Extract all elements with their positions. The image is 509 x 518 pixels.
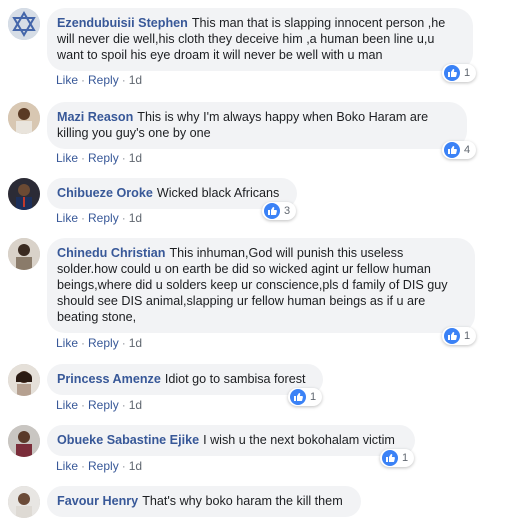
reaction-count[interactable]: 1 <box>442 64 477 82</box>
avatar[interactable] <box>8 238 40 270</box>
reply-link[interactable]: Reply <box>88 398 119 412</box>
comment-bubble: Obueke Sabastine Ejike I wish u the next … <box>47 425 415 456</box>
timestamp[interactable]: 1d <box>129 459 142 473</box>
reaction-count[interactable]: 1 <box>442 327 477 345</box>
reply-link[interactable]: Reply <box>88 459 119 473</box>
comment-actions: Like · Reply · 1d <box>56 73 142 87</box>
separator: · <box>121 398 126 412</box>
avatar[interactable] <box>8 425 40 457</box>
reaction-number: 1 <box>402 452 409 464</box>
comment-text: Idiot go to sambisa forest <box>164 372 306 386</box>
comment-actions: Like · Reply · 1d <box>56 211 142 225</box>
reaction-number: 3 <box>284 205 291 217</box>
reply-link[interactable]: Reply <box>88 73 119 87</box>
commenter-name[interactable]: Ezendubuisii Stephen <box>57 16 188 30</box>
comment: Chibueze Oroke Wicked black Africans 3 Li… <box>0 176 509 232</box>
comment-actions: Like · Reply · 1d <box>56 459 142 473</box>
comment-bubble: Favour Henry That's why boko haram the ki… <box>47 486 361 517</box>
separator: · <box>121 73 126 87</box>
comment-text: I wish u the next bokohalam victim <box>203 433 395 447</box>
separator: · <box>121 211 126 225</box>
timestamp[interactable]: 1d <box>129 151 142 165</box>
thumbs-up-icon <box>444 142 460 158</box>
like-link[interactable]: Like <box>56 73 78 87</box>
comment: Princess Amenze Idiot go to sambisa fores… <box>0 364 509 420</box>
commenter-name[interactable]: Obueke Sabastine Ejike <box>57 433 199 447</box>
avatar[interactable] <box>8 8 40 40</box>
comment-actions: Like · Reply · 1d <box>56 151 142 165</box>
comment: Ezendubuisii Stephen This man that is sla… <box>0 0 509 92</box>
reaction-count[interactable]: 1 <box>380 449 415 467</box>
comment: Favour Henry That's why boko haram the ki… <box>0 486 509 518</box>
timestamp[interactable]: 1d <box>129 336 142 350</box>
thumbs-up-icon <box>382 450 398 466</box>
avatar[interactable] <box>8 364 40 396</box>
reaction-count[interactable]: 1 <box>288 388 323 406</box>
like-link[interactable]: Like <box>56 336 78 350</box>
comment-bubble: Mazi Reason This is why I'm always happy … <box>47 102 467 149</box>
reply-link[interactable]: Reply <box>88 151 119 165</box>
separator: · <box>81 151 86 165</box>
reaction-count[interactable]: 4 <box>442 141 477 159</box>
thumbs-up-icon <box>444 65 460 81</box>
separator: · <box>81 211 86 225</box>
avatar[interactable] <box>8 486 40 518</box>
reaction-number: 1 <box>464 330 471 342</box>
like-link[interactable]: Like <box>56 151 78 165</box>
comment-actions: Like · Reply · 1d <box>56 398 142 412</box>
separator: · <box>121 459 126 473</box>
avatar[interactable] <box>8 178 40 210</box>
commenter-name[interactable]: Favour Henry <box>57 494 138 508</box>
comment-bubble: Chibueze Oroke Wicked black Africans <box>47 178 297 209</box>
comment-text: Wicked black Africans <box>156 186 280 200</box>
reaction-count[interactable]: 3 <box>262 202 297 220</box>
timestamp[interactable]: 1d <box>129 398 142 412</box>
timestamp[interactable]: 1d <box>129 211 142 225</box>
commenter-name[interactable]: Chinedu Christian <box>57 246 165 260</box>
thumbs-up-icon <box>444 328 460 344</box>
like-link[interactable]: Like <box>56 211 78 225</box>
thumbs-up-icon <box>290 389 306 405</box>
like-link[interactable]: Like <box>56 459 78 473</box>
separator: · <box>121 336 126 350</box>
reaction-number: 1 <box>464 67 471 79</box>
commenter-name[interactable]: Princess Amenze <box>57 372 161 386</box>
comment: Obueke Sabastine Ejike I wish u the next … <box>0 425 509 481</box>
avatar[interactable] <box>8 102 40 134</box>
comment-bubble: Chinedu Christian This inhuman,God will p… <box>47 238 475 333</box>
commenter-name[interactable]: Chibueze Oroke <box>57 186 153 200</box>
separator: · <box>81 336 86 350</box>
commenter-name[interactable]: Mazi Reason <box>57 110 133 124</box>
comment-text: That's why boko haram the kill them <box>142 494 343 508</box>
separator: · <box>121 151 126 165</box>
like-link[interactable]: Like <box>56 398 78 412</box>
comment-actions: Like · Reply · 1d <box>56 336 142 350</box>
reply-link[interactable]: Reply <box>88 211 119 225</box>
separator: · <box>81 73 86 87</box>
comment: Chinedu Christian This inhuman,God will p… <box>0 238 509 356</box>
separator: · <box>81 459 86 473</box>
reaction-number: 4 <box>464 144 471 156</box>
reply-link[interactable]: Reply <box>88 336 119 350</box>
timestamp[interactable]: 1d <box>129 73 142 87</box>
comment-bubble: Ezendubuisii Stephen This man that is sla… <box>47 8 473 71</box>
reaction-number: 1 <box>310 391 317 403</box>
thumbs-up-icon <box>264 203 280 219</box>
comment-bubble: Princess Amenze Idiot go to sambisa fores… <box>47 364 323 395</box>
separator: · <box>81 398 86 412</box>
comment: Mazi Reason This is why I'm always happy … <box>0 96 509 168</box>
